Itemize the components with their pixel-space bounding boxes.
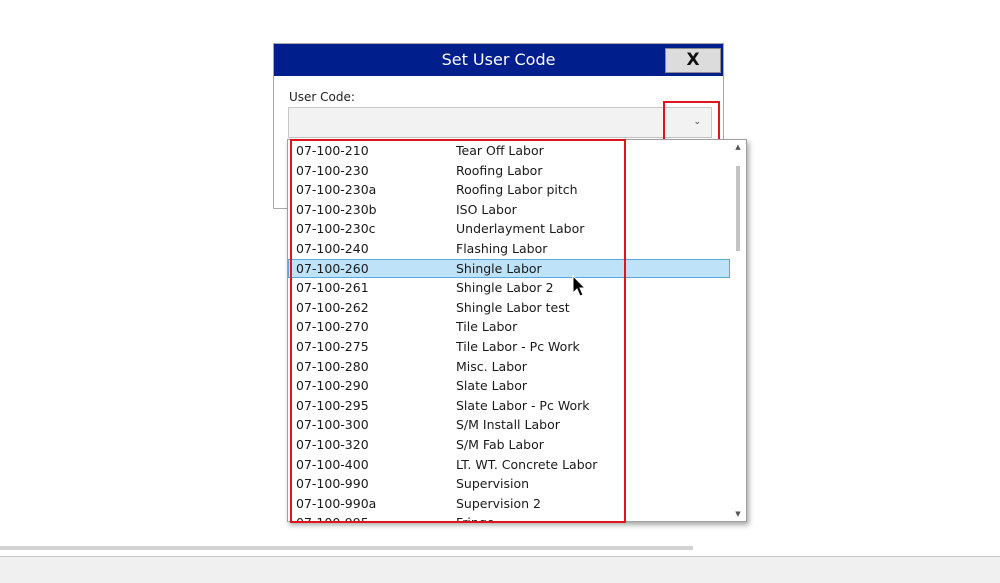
mouse-pointer-icon [572,275,587,297]
bottom-panel [0,556,1000,583]
dialog-title: Set User Code [441,50,556,69]
close-icon: X [686,50,700,70]
scroll-up-arrow-icon[interactable]: ▲ [730,140,746,154]
user-code-label: User Code: [289,90,355,104]
dialog-titlebar[interactable]: Set User Code X [274,44,723,76]
scrollbar[interactable]: ▲ ▼ [730,140,746,521]
scrollbar-thumb[interactable] [736,166,740,251]
highlight-box-list [290,139,626,523]
close-button[interactable]: X [665,48,721,73]
user-code-combobox[interactable]: ⌄ [288,107,712,138]
scroll-down-arrow-icon[interactable]: ▼ [730,507,746,521]
horizontal-scrollbar[interactable] [0,546,693,550]
highlight-box-dropdown-arrow [663,101,720,144]
